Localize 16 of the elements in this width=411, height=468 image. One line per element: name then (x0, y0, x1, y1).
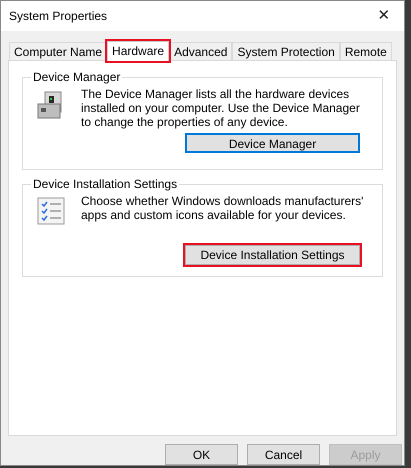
tab[interactable]: Advanced (169, 42, 232, 60)
tab[interactable]: Hardware (107, 40, 170, 61)
close-button[interactable]: ✕ (364, 1, 404, 31)
description: Choose whether Windows downloads manufacturers' apps and custom icons available for your devices. (81, 194, 364, 224)
tab[interactable]: Computer Name (9, 42, 108, 60)
group-title: Device Installation Settings (31, 176, 180, 191)
action-button[interactable]: Device Manager (185, 132, 360, 153)
tab[interactable]: Remote (340, 42, 392, 60)
group-title: Device Manager (31, 70, 122, 84)
action-button[interactable]: Device Installation Settings (185, 244, 360, 265)
tab[interactable]: System Protection (232, 42, 340, 60)
window-title: System Properties (9, 8, 108, 25)
description: The Device Manager lists all the hardware devices installed on your computer. Use the Device Manager to change the properties of any device. (81, 86, 361, 129)
dialog-button[interactable]: Cancel (247, 444, 320, 465)
dialog-button[interactable]: OK (165, 444, 238, 465)
checklist-icon (37, 196, 65, 225)
